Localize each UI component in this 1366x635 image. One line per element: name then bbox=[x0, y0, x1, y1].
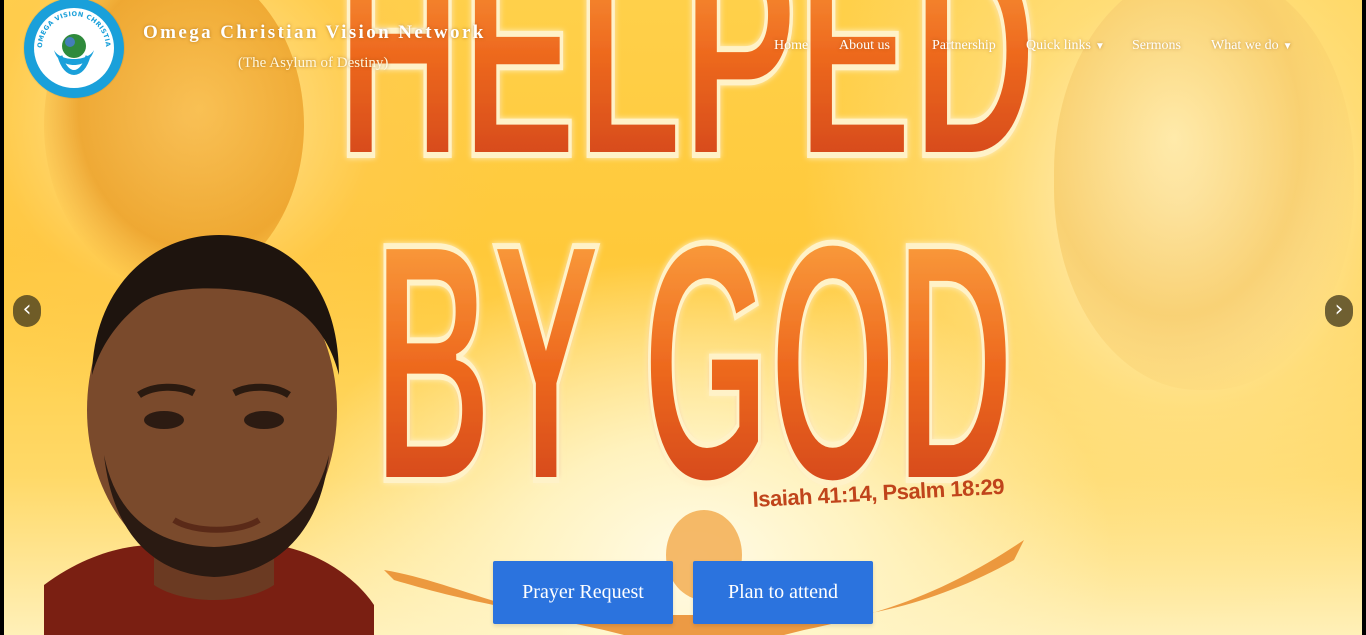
nav-what-we-do-label: What we do bbox=[1211, 38, 1279, 53]
nav-partnership-label: Partnership bbox=[932, 38, 996, 53]
nav-sermons[interactable]: Sermons bbox=[1132, 38, 1181, 54]
slider-prev-button[interactable]: ‹ bbox=[13, 295, 41, 327]
nav-about-us-label: About us bbox=[839, 38, 890, 53]
chevron-left-icon: ‹ bbox=[22, 297, 32, 322]
plan-to-attend-button[interactable]: Plan to attend bbox=[693, 561, 873, 624]
nav-about-us[interactable]: About us bbox=[839, 38, 890, 54]
chevron-right-icon: › bbox=[1334, 297, 1344, 322]
slider-next-button[interactable]: › bbox=[1325, 295, 1353, 327]
nav-home-label: Home bbox=[774, 38, 809, 53]
main-navigation: Home About us Partnership Quick links ▼ S… bbox=[0, 38, 1366, 58]
nav-sermons-label: Sermons bbox=[1132, 38, 1181, 53]
pastor-portrait bbox=[44, 235, 374, 635]
hero-slider: HELPED BY GOD Isaiah 41:14, Psalm 18:29 bbox=[4, 0, 1362, 635]
nav-what-we-do[interactable]: What we do ▼ bbox=[1211, 38, 1293, 54]
chevron-down-icon: ▼ bbox=[1094, 41, 1105, 52]
nav-quick-links-label: Quick links bbox=[1026, 38, 1091, 53]
prayer-request-button[interactable]: Prayer Request bbox=[493, 561, 673, 624]
chevron-down-icon: ▼ bbox=[1282, 41, 1293, 52]
nav-home[interactable]: Home bbox=[774, 38, 808, 54]
nav-quick-links[interactable]: Quick links ▼ bbox=[1026, 38, 1105, 54]
nav-partnership[interactable]: Partnership bbox=[932, 38, 996, 54]
